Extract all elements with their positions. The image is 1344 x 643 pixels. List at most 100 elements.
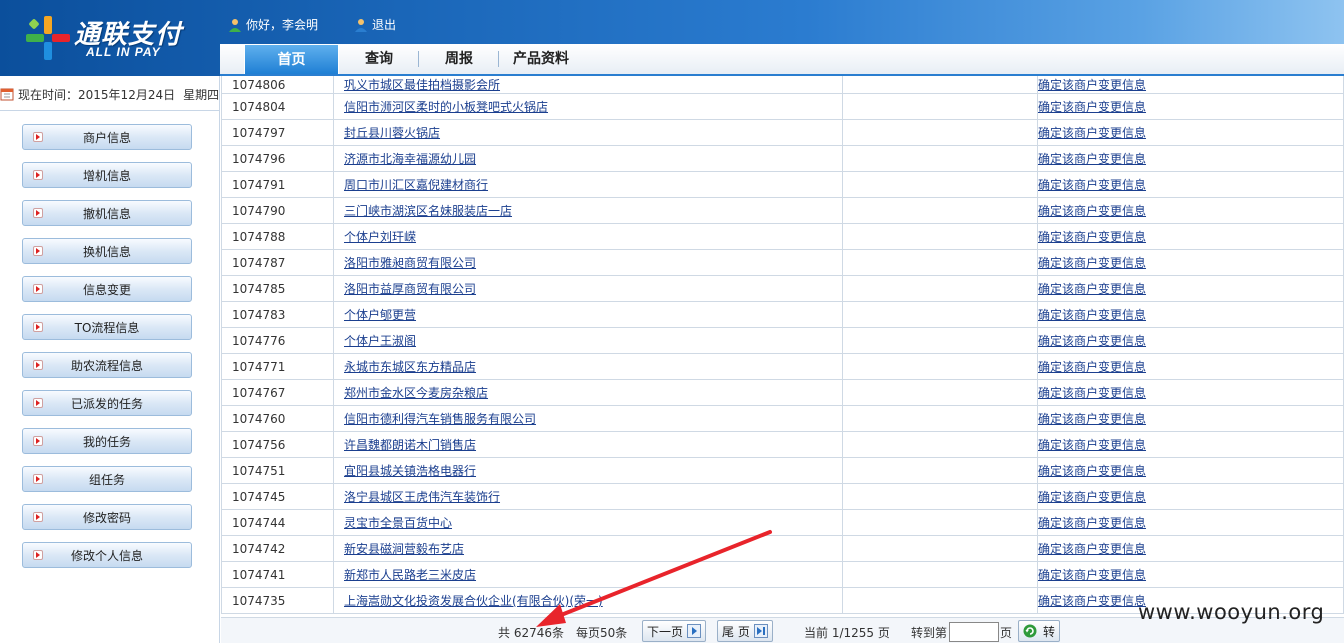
action-cell: 确定该商户变更信息 (1037, 119, 1344, 146)
merchant-name-link[interactable]: 灵宝市全景百货中心 (344, 516, 452, 530)
merchant-name-link[interactable]: 宜阳县城关镇浩格电器行 (344, 464, 476, 478)
sidebar-item[interactable]: 撤机信息 (22, 200, 192, 226)
sidebar-item[interactable]: 修改密码 (22, 504, 192, 530)
logout-link[interactable]: 退出 (354, 16, 396, 33)
merchant-name-link[interactable]: 信阳市浉河区柔时的小板凳吧式火锅店 (344, 100, 548, 114)
logo[interactable]: 通联支付 ALL IN PAY (22, 12, 192, 64)
sidebar-item-label: 已派发的任务 (70, 396, 143, 411)
next-page-label: 下一页 (647, 624, 684, 639)
confirm-change-link[interactable]: 确定该商户变更信息 (1038, 204, 1146, 218)
confirm-change-link[interactable]: 确定该商户变更信息 (1038, 438, 1146, 452)
sidebar-item-label: 增机信息 (82, 168, 131, 183)
action-cell: 确定该商户变更信息 (1037, 275, 1344, 302)
watermark: www.wooyun.org (1138, 600, 1325, 624)
action-cell: 确定该商户变更信息 (1037, 561, 1344, 588)
tab-query[interactable]: 查询 (339, 44, 419, 74)
table-row: 1074783 个体户郇更营 确定该商户变更信息 (221, 301, 1344, 328)
sidebar-item[interactable]: TO流程信息 (22, 314, 192, 340)
merchant-name-cell: 洛阳市雅昶商贸有限公司 (333, 249, 843, 276)
merchant-name-link[interactable]: 个体户郇更营 (344, 308, 416, 322)
confirm-change-link[interactable]: 确定该商户变更信息 (1038, 334, 1146, 348)
merchant-name-cell: 周口市川汇区嘉倪建材商行 (333, 171, 843, 198)
table-row: 1074797 封丘县川蓉火锅店 确定该商户变更信息 (221, 119, 1344, 146)
confirm-change-link[interactable]: 确定该商户变更信息 (1038, 464, 1146, 478)
merchant-name-link[interactable]: 永城市东城区东方精品店 (344, 360, 476, 374)
confirm-change-link[interactable]: 确定该商户变更信息 (1038, 386, 1146, 400)
merchant-name-link[interactable]: 周口市川汇区嘉倪建材商行 (344, 178, 488, 192)
confirm-change-link[interactable]: 确定该商户变更信息 (1038, 256, 1146, 270)
confirm-change-link[interactable]: 确定该商户变更信息 (1038, 282, 1146, 296)
merchant-name-link[interactable]: 洛阳市益厚商贸有限公司 (344, 282, 476, 296)
time-date: 2015年12月24日 (78, 87, 176, 102)
confirm-change-link[interactable]: 确定该商户变更信息 (1038, 568, 1146, 582)
merchant-name-link[interactable]: 洛阳市雅昶商贸有限公司 (344, 256, 476, 270)
total-count: 共 62746条 (498, 626, 564, 640)
merchant-name-link[interactable]: 济源市北海幸福源幼儿园 (344, 152, 476, 166)
merchant-name-cell: 新安县磁涧营毅布艺店 (333, 535, 843, 562)
confirm-change-link[interactable]: 确定该商户变更信息 (1038, 516, 1146, 530)
refresh-icon (1023, 624, 1037, 638)
sidebar-item[interactable]: 我的任务 (22, 428, 192, 454)
confirm-change-link[interactable]: 确定该商户变更信息 (1038, 412, 1146, 426)
merchant-name-link[interactable]: 信阳市德利得汽车销售服务有限公司 (344, 412, 536, 426)
merchant-id: 1074797 (221, 119, 334, 146)
empty-cell (842, 405, 1038, 432)
time-label: 现在时间： (18, 87, 79, 102)
empty-cell (842, 223, 1038, 250)
confirm-change-link[interactable]: 确定该商户变更信息 (1038, 542, 1146, 556)
merchant-name-link[interactable]: 新郑市人民路老三米皮店 (344, 568, 476, 582)
goto-button[interactable]: 转 (1018, 620, 1061, 642)
confirm-change-link[interactable]: 确定该商户变更信息 (1038, 126, 1146, 140)
confirm-change-link[interactable]: 确定该商户变更信息 (1038, 594, 1146, 608)
sidebar-item[interactable]: 增机信息 (22, 162, 192, 188)
merchant-name-link[interactable]: 郑州市金水区今麦房杂粮店 (344, 386, 488, 400)
empty-cell (842, 327, 1038, 354)
sidebar-item[interactable]: 信息变更 (22, 276, 192, 302)
empty-cell (842, 171, 1038, 198)
merchant-name-link[interactable]: 个体户刘玕嵘 (344, 230, 416, 244)
confirm-change-link[interactable]: 确定该商户变更信息 (1038, 100, 1146, 114)
next-page-button[interactable]: 下一页 (642, 620, 707, 642)
sidebar-item[interactable]: 已派发的任务 (22, 390, 192, 416)
confirm-change-link[interactable]: 确定该商户变更信息 (1038, 152, 1146, 166)
confirm-change-link[interactable]: 确定该商户变更信息 (1038, 178, 1146, 192)
sidebar-item[interactable]: 换机信息 (22, 238, 192, 264)
table-row: 1074741 新郑市人民路老三米皮店 确定该商户变更信息 (221, 561, 1344, 588)
table-row: 1074776 个体户王淑阁 确定该商户变更信息 (221, 327, 1344, 354)
merchant-name-link[interactable]: 巩义市城区最佳拍档摄影会所 (344, 78, 500, 92)
merchant-name-link[interactable]: 三门峡市湖滨区名妹服装店一店 (344, 204, 512, 218)
merchant-name-link[interactable]: 洛宁县城区王虎伟汽车装饰行 (344, 490, 500, 504)
sidebar-item[interactable]: 助农流程信息 (22, 352, 192, 378)
user-greeting: 你好，李会明 (228, 16, 318, 33)
goto-page-input[interactable] (949, 622, 999, 642)
table-row: 1074787 洛阳市雅昶商贸有限公司 确定该商户变更信息 (221, 249, 1344, 276)
action-cell: 确定该商户变更信息 (1037, 249, 1344, 276)
action-cell: 确定该商户变更信息 (1037, 223, 1344, 250)
last-page-button[interactable]: 尾 页 (717, 620, 773, 642)
arrow-bullet-icon (33, 208, 43, 218)
table-row: 1074790 三门峡市湖滨区名妹服装店一店 确定该商户变更信息 (221, 197, 1344, 224)
merchant-name-link[interactable]: 上海嵩勋文化投资发展合伙企业(有限合伙)(荣一) (344, 594, 603, 608)
action-cell: 确定该商户变更信息 (1037, 301, 1344, 328)
confirm-change-link[interactable]: 确定该商户变更信息 (1038, 490, 1146, 504)
sidebar-item[interactable]: 修改个人信息 (22, 542, 192, 568)
tab-weekly-label: 周报 (445, 51, 473, 67)
merchant-table: 1074806 巩义市城区最佳拍档摄影会所 确定该商户变更信息 1074804 信阳市浉… (221, 76, 1344, 614)
sidebar-item[interactable]: 组任务 (22, 466, 192, 492)
arrow-bullet-icon (33, 436, 43, 446)
merchant-name-link[interactable]: 个体户王淑阁 (344, 334, 416, 348)
action-cell: 确定该商户变更信息 (1037, 379, 1344, 406)
last-page-label: 尾 页 (722, 624, 750, 639)
confirm-change-link[interactable]: 确定该商户变更信息 (1038, 360, 1146, 374)
tab-home[interactable]: 首页 (244, 44, 339, 74)
tab-weekly-report[interactable]: 周报 (419, 44, 499, 74)
merchant-name-link[interactable]: 许昌魏都朗诺木门销售店 (344, 438, 476, 452)
merchant-name-link[interactable]: 封丘县川蓉火锅店 (344, 126, 440, 140)
merchant-name-link[interactable]: 新安县磁涧营毅布艺店 (344, 542, 464, 556)
tab-product-info[interactable]: 产品资料 (499, 44, 595, 74)
sidebar-item[interactable]: 商户信息 (22, 124, 192, 150)
merchant-name-cell: 信阳市浉河区柔时的小板凳吧式火锅店 (333, 93, 843, 120)
confirm-change-link[interactable]: 确定该商户变更信息 (1038, 78, 1146, 92)
confirm-change-link[interactable]: 确定该商户变更信息 (1038, 308, 1146, 322)
confirm-change-link[interactable]: 确定该商户变更信息 (1038, 230, 1146, 244)
